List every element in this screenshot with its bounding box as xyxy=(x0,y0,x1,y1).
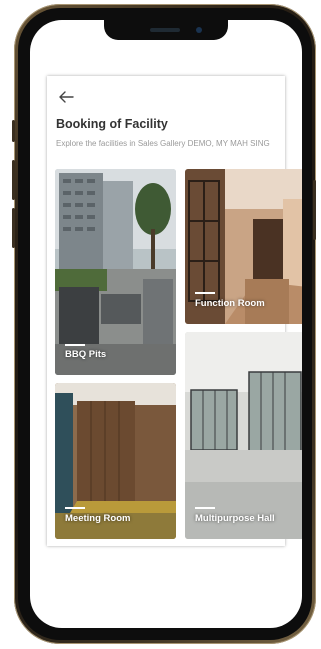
tile-accent-bar xyxy=(195,507,215,509)
facility-grid: BBQ Pits Function Room Meeting Room Mult… xyxy=(47,76,302,546)
facility-tile-meeting-room[interactable]: Meeting Room xyxy=(55,383,176,539)
facility-label: Meeting Room xyxy=(65,513,131,524)
tile-accent-bar xyxy=(65,507,85,509)
phone-side-button xyxy=(12,120,15,142)
phone-side-button xyxy=(313,180,316,240)
facility-tile-bbq-pits[interactable]: BBQ Pits xyxy=(55,169,176,375)
front-camera xyxy=(196,27,202,33)
tile-accent-bar xyxy=(195,292,215,294)
phone-side-button xyxy=(12,160,15,200)
tile-accent-bar xyxy=(65,344,85,346)
facility-label: Function Room xyxy=(195,298,265,309)
facility-label: BBQ Pits xyxy=(65,349,107,360)
facility-tile-function-room[interactable]: Function Room xyxy=(185,169,302,324)
booking-card: Booking of Facility Explore the faciliti… xyxy=(47,76,302,546)
phone-screen: Booking of Facility Explore the faciliti… xyxy=(30,20,302,628)
phone-side-button xyxy=(12,208,15,248)
phone-notch xyxy=(104,20,228,40)
speaker-grille xyxy=(150,28,180,32)
facility-label: Multipurpose Hall xyxy=(195,513,275,524)
facility-tile-multipurpose-hall[interactable]: Multipurpose Hall xyxy=(185,332,302,539)
